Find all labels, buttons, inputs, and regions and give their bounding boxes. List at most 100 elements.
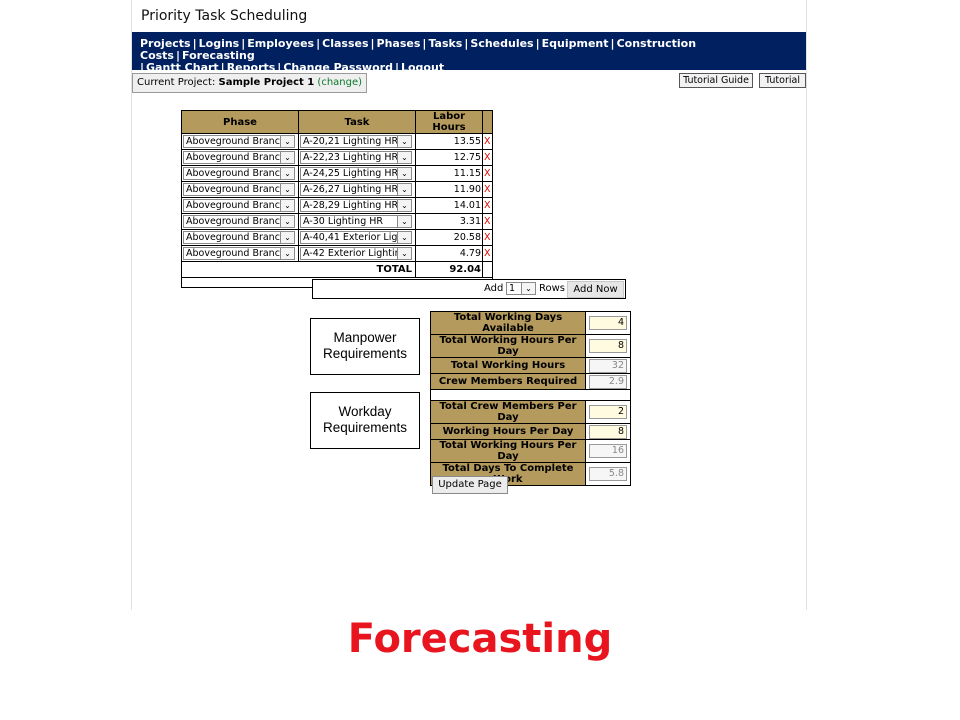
- chevron-down-icon: ⌄: [280, 136, 294, 147]
- nav-phases[interactable]: Phases: [377, 37, 421, 50]
- total-working-hours-input: 32: [589, 358, 627, 373]
- total-working-hours-per-day-label: Total Working Hours Per Day: [430, 334, 586, 358]
- task-row: Aboveground Branch⌄ A-40,41 Exterior Ligh…: [181, 229, 493, 246]
- total-working-hours-per-day-input[interactable]: 8: [589, 339, 627, 353]
- chevron-down-icon: ⌄: [280, 168, 294, 179]
- nav-tasks[interactable]: Tasks: [428, 37, 462, 50]
- total-days-to-complete-work-input: 5.8: [589, 467, 627, 481]
- crew-members-required-label: Crew Members Required: [430, 373, 586, 390]
- task-row: Aboveground Branch ⌄ A-24,25 Lighting HR ⌄ 1…: [181, 165, 493, 182]
- task-select[interactable]: A-30 Lighting HR ⌄: [300, 215, 412, 228]
- phase-select[interactable]: Aboveground Branch ⌄: [183, 183, 295, 196]
- labor-hours-cell: 3.31: [415, 213, 483, 230]
- task-cell: A-30 Lighting HR ⌄: [298, 213, 416, 230]
- total-working-days-available-input[interactable]: 4: [589, 316, 627, 330]
- total-working-hours-per-day-label: Total Working Hours Per Day: [430, 439, 586, 463]
- task-cell: A-28,29 Lighting HR ⌄: [298, 197, 416, 214]
- phase-select[interactable]: Aboveground Branch ⌄: [183, 167, 295, 180]
- add-label: Add: [484, 283, 504, 294]
- nav-logout[interactable]: Logout: [401, 61, 444, 74]
- nav-classes[interactable]: Classes: [322, 37, 368, 50]
- task-value: A-28,29 Lighting HR: [303, 200, 397, 211]
- chevron-down-icon: ⌄: [397, 200, 411, 211]
- delete-row-icon[interactable]: X: [482, 165, 493, 182]
- labor-hours-cell: 20.58: [415, 229, 483, 246]
- row-count-value: 1: [509, 283, 516, 294]
- delete-row-icon[interactable]: X: [482, 181, 493, 198]
- task-select[interactable]: A-42 Exterior Lighting ⌄: [300, 247, 412, 260]
- manpower-row: Total Working Hours 32: [430, 357, 631, 374]
- delete-row-icon[interactable]: X: [482, 197, 493, 214]
- task-select[interactable]: A-28,29 Lighting HR ⌄: [300, 199, 412, 212]
- task-select[interactable]: A-26,27 Lighting HR ⌄: [300, 183, 412, 196]
- working-hours-per-day-label: Working Hours Per Day: [430, 423, 586, 440]
- nav-schedules[interactable]: Schedules: [470, 37, 533, 50]
- labor-hours-cell: 13.55: [415, 133, 483, 150]
- task-select[interactable]: A-24,25 Lighting HR ⌄: [300, 167, 412, 180]
- total-crew-members-per-day-input[interactable]: 2: [589, 405, 627, 419]
- chevron-down-icon: ⌄: [397, 248, 411, 259]
- row-count-select[interactable]: 1 ⌄: [506, 282, 536, 295]
- task-table: Phase Task Labor Hours Aboveground Branc…: [181, 110, 493, 288]
- phase-select[interactable]: Aboveground Branch ⌄: [183, 231, 295, 244]
- chevron-down-icon: ⌄: [280, 248, 294, 259]
- working-hours-per-day-cell: 8: [585, 423, 631, 440]
- task-value: A-20,21 Lighting HR: [303, 136, 397, 147]
- change-project-link[interactable]: (change): [317, 77, 362, 88]
- total-working-days-available-cell: 4: [585, 311, 631, 335]
- delete-row-icon[interactable]: X: [482, 229, 493, 246]
- phase-select[interactable]: Aboveground Branch ⌄: [183, 151, 295, 164]
- labor-hours-cell: 11.15: [415, 165, 483, 182]
- add-now-button[interactable]: Add Now: [567, 281, 624, 298]
- task-value: A-22,23 Lighting HR: [303, 152, 397, 163]
- task-row: Aboveground Branch ⌄ A-30 Lighting HR ⌄ 3.31…: [181, 213, 493, 230]
- phase-select[interactable]: Aboveground Branch ⌄: [183, 247, 295, 260]
- add-rows-bar: Add 1 ⌄ Rows Add Now: [312, 279, 626, 299]
- col-labor-hours: Labor Hours: [415, 110, 483, 134]
- delete-row-icon[interactable]: X: [482, 213, 493, 230]
- delete-row-icon[interactable]: X: [482, 245, 493, 262]
- nav-equipment[interactable]: Equipment: [542, 37, 609, 50]
- chevron-down-icon: ⌄: [280, 216, 294, 227]
- total-working-days-available-label: Total Working Days Available: [430, 311, 586, 335]
- task-cell: A-40,41 Exterior Lighting⌄: [298, 229, 416, 246]
- working-hours-per-day-input[interactable]: 8: [589, 424, 627, 439]
- nav-bar: Projects | Logins | Employees | Classes | Phases…: [132, 32, 806, 74]
- task-select[interactable]: A-40,41 Exterior Lighting⌄: [300, 231, 412, 244]
- nav-separator: |: [535, 37, 540, 50]
- tutorial-guide-button[interactable]: Tutorial Guide: [679, 73, 753, 88]
- manpower-row: Crew Members Required 2.9: [430, 373, 631, 390]
- total-working-hours-label: Total Working Hours: [430, 357, 586, 374]
- delete-row-icon[interactable]: X: [482, 149, 493, 166]
- chevron-down-icon: ⌄: [521, 283, 535, 294]
- total-working-hours-per-day-input: 16: [589, 444, 627, 458]
- nav-employees[interactable]: Employees: [247, 37, 314, 50]
- task-select[interactable]: A-20,21 Lighting HR ⌄: [300, 135, 412, 148]
- nav-separator: |: [370, 37, 375, 50]
- task-cell: A-22,23 Lighting HR ⌄: [298, 149, 416, 166]
- task-row: Aboveground Branch ⌄ A-26,27 Lighting HR ⌄ 1…: [181, 181, 493, 198]
- col-phase: Phase: [181, 110, 299, 134]
- labor-hours-cell: 14.01: [415, 197, 483, 214]
- delete-row-icon[interactable]: X: [482, 133, 493, 150]
- task-select[interactable]: A-22,23 Lighting HR ⌄: [300, 151, 412, 164]
- col-delete: [482, 110, 493, 134]
- labor-hours-cell: 11.90: [415, 181, 483, 198]
- nav-links: Projects | Logins | Employees | Classes | Phases…: [140, 38, 804, 74]
- update-page-button[interactable]: Update Page: [432, 476, 508, 494]
- manpower-row: Total Working Hours Per Day 8: [430, 334, 631, 358]
- phase-value: Aboveground Branch: [186, 216, 280, 227]
- crew-members-required-input: 2.9: [589, 374, 627, 389]
- nav-separator: |: [610, 37, 615, 50]
- task-row: Aboveground Branch ⌄ A-28,29 Lighting HR ⌄ 1…: [181, 197, 493, 214]
- manpower-requirements-box: Manpower Requirements: [310, 318, 420, 375]
- phase-cell: Aboveground Branch ⌄: [181, 133, 299, 150]
- phase-select[interactable]: Aboveground Branch ⌄: [183, 135, 295, 148]
- tutorial-button[interactable]: Tutorial: [759, 73, 806, 88]
- chevron-down-icon: ⌄: [280, 200, 294, 211]
- total-label: TOTAL: [181, 261, 416, 278]
- slide-caption: Forecasting: [347, 616, 613, 662]
- task-value: A-42 Exterior Lighting: [303, 248, 397, 259]
- phase-select[interactable]: Aboveground Branch ⌄: [183, 215, 295, 228]
- phase-select[interactable]: Aboveground Branch ⌄: [183, 199, 295, 212]
